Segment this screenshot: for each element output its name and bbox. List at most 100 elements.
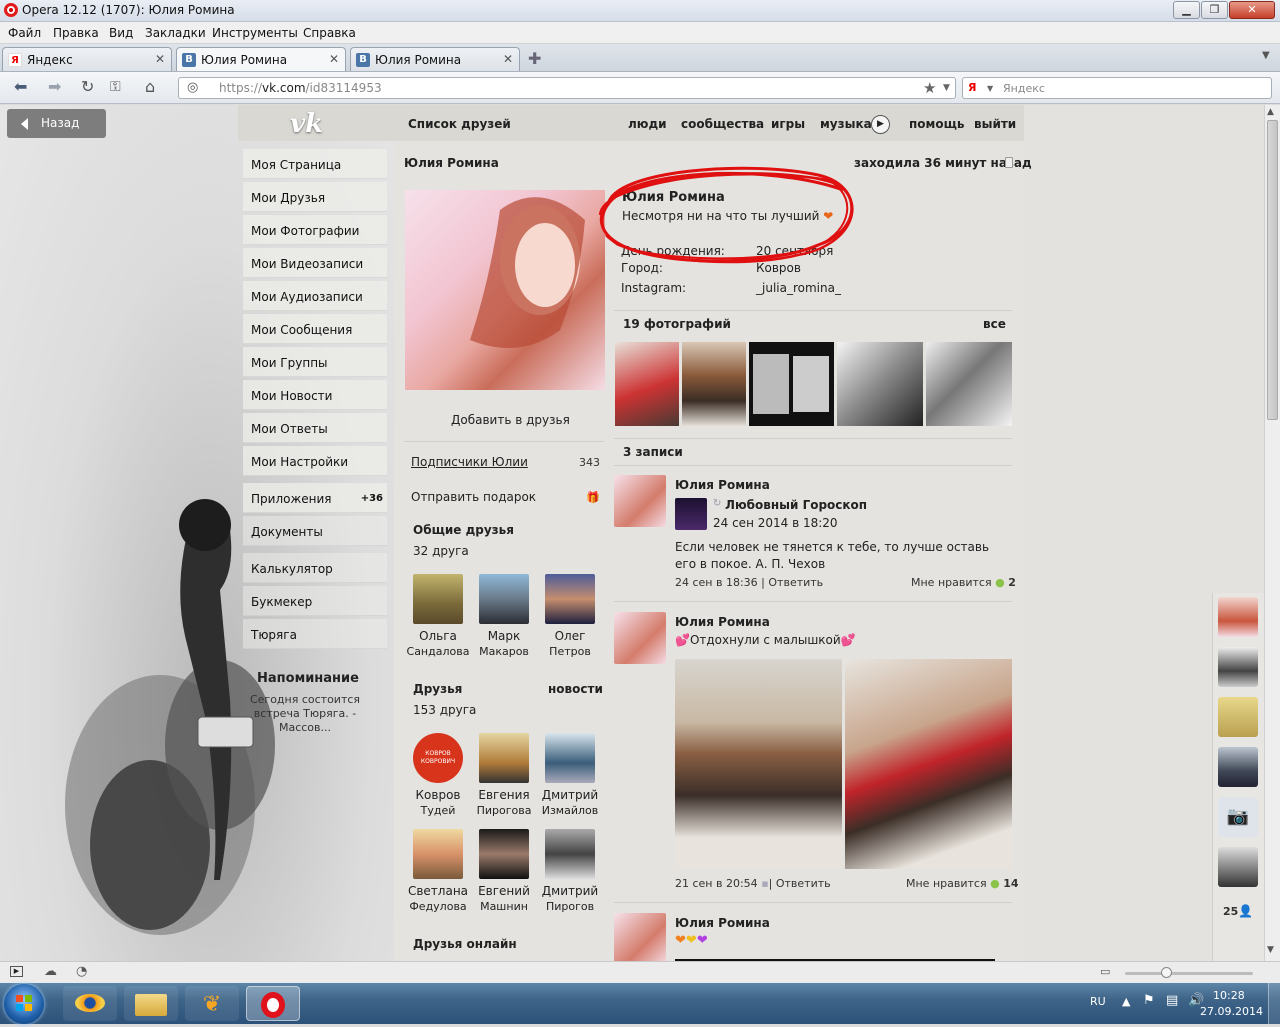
tab-close-icon[interactable]: ✕: [155, 52, 165, 66]
nav-help[interactable]: помощь: [909, 117, 964, 131]
search-input[interactable]: Я ▼ Яндекс: [962, 77, 1272, 99]
back-arrow-icon[interactable]: ⬅: [14, 79, 27, 95]
menu-my-news[interactable]: Мои Новости: [243, 380, 387, 410]
nav-logout[interactable]: выйти: [974, 117, 1016, 131]
music-play-icon[interactable]: ▶: [871, 115, 890, 134]
profile-photo[interactable]: [405, 190, 605, 390]
nav-communities[interactable]: сообщества: [681, 117, 764, 131]
friend-name[interactable]: Евгений Машнин: [471, 884, 537, 914]
menu-apps[interactable]: Приложения +36: [243, 483, 387, 513]
repost-date[interactable]: 24 сен 2014 в 18:20: [713, 516, 838, 530]
search-engine-chevron-down-icon[interactable]: ▼: [987, 84, 993, 93]
photo-thumb[interactable]: [682, 342, 746, 426]
close-window-button[interactable]: ✕: [1229, 1, 1275, 19]
menu-edit[interactable]: Правка: [53, 26, 99, 40]
friend-name[interactable]: Марк Макаров: [471, 629, 537, 659]
clock-time[interactable]: 10:28: [1213, 989, 1245, 1002]
friend-name[interactable]: Дмитрий Пирогов: [537, 884, 603, 914]
chat-avatar[interactable]: [1218, 697, 1258, 737]
tab-profile[interactable]: В Юлия Ромина ✕: [350, 47, 520, 71]
friend-avatar[interactable]: [545, 574, 595, 624]
app-calculator[interactable]: Калькулятор: [243, 553, 387, 583]
tab-close-icon[interactable]: ✕: [503, 52, 513, 66]
taskbar-app-eye-icon[interactable]: [63, 986, 117, 1021]
tab-profile-active[interactable]: В Юлия Ромина ✕: [176, 47, 346, 71]
post-author-avatar[interactable]: [614, 612, 666, 664]
app-tyuryaga[interactable]: Тюряга: [243, 619, 387, 649]
tab-yandex[interactable]: Я Яндекс ✕: [2, 47, 172, 71]
friend-avatar[interactable]: [479, 829, 529, 879]
photo-thumb[interactable]: [926, 342, 1012, 426]
repost-group-avatar[interactable]: [675, 498, 707, 530]
friend-name[interactable]: Ковров Тудей: [405, 788, 471, 818]
friend-name[interactable]: Дмитрий Измайлов: [537, 788, 603, 818]
friend-avatar[interactable]: [413, 829, 463, 879]
online-count[interactable]: 25: [1223, 905, 1238, 918]
post-photo[interactable]: [845, 659, 1012, 869]
post-author[interactable]: Юлия Ромина: [675, 615, 770, 629]
camera-placeholder-icon[interactable]: 📷: [1218, 797, 1258, 837]
like-button[interactable]: Мне нравится ● 14: [906, 877, 1019, 890]
reminder-text[interactable]: Сегодня состоится встреча Тюряга. - Масс…: [246, 693, 364, 735]
scroll-up-icon[interactable]: ▲: [1267, 107, 1274, 117]
new-tab-icon[interactable]: ✚: [528, 49, 541, 68]
friend-avatar[interactable]: [545, 733, 595, 783]
photo-thumb[interactable]: [615, 342, 679, 426]
reply-link[interactable]: Ответить: [776, 877, 831, 890]
friends-online-title[interactable]: Друзья онлайн: [413, 937, 517, 951]
menu-my-photos[interactable]: Мои Фотографии: [243, 215, 387, 245]
friend-name[interactable]: Ольга Сандалова: [405, 629, 471, 659]
menu-my-messages[interactable]: Мои Сообщения: [243, 314, 387, 344]
wall-title[interactable]: 3 записи: [623, 445, 683, 459]
menu-my-audio[interactable]: Мои Аудиозаписи: [243, 281, 387, 311]
nav-music[interactable]: музыка: [820, 117, 872, 131]
start-button[interactable]: [4, 984, 44, 1024]
friends-list-link[interactable]: Список друзей: [408, 117, 511, 131]
show-desktop-button[interactable]: [1268, 983, 1280, 1024]
friend-name[interactable]: Светлана Федулова: [405, 884, 471, 914]
friends-news-link[interactable]: новости: [548, 682, 603, 696]
scroll-down-icon[interactable]: ▼: [1267, 945, 1274, 955]
photo-thumb[interactable]: [749, 342, 834, 426]
followers-link[interactable]: Подписчики Юлии: [411, 455, 528, 469]
tray-chevron-up-icon[interactable]: ▲: [1122, 995, 1130, 1008]
menu-my-page[interactable]: Моя Страница: [243, 149, 387, 179]
reply-link[interactable]: Ответить: [768, 576, 823, 589]
mutual-friends-title[interactable]: Общие друзья: [413, 523, 514, 537]
menu-file[interactable]: Файл: [8, 26, 41, 40]
taskbar-butterfly-icon[interactable]: ❦: [185, 986, 239, 1021]
send-gift-link[interactable]: Отправить подарок: [411, 490, 536, 504]
repost-source[interactable]: Любовный Гороскоп: [725, 498, 867, 512]
menu-my-friends[interactable]: Мои Друзья: [243, 182, 387, 212]
minimize-button[interactable]: ▁: [1173, 1, 1200, 19]
tab-menu-chevron-down-icon[interactable]: ▼: [1262, 50, 1270, 61]
photo-thumb[interactable]: [837, 342, 923, 426]
vk-logo[interactable]: vk: [290, 109, 323, 139]
menu-my-groups[interactable]: Мои Группы: [243, 347, 387, 377]
friend-avatar[interactable]: [413, 574, 463, 624]
network-icon[interactable]: ▤: [1166, 993, 1178, 1008]
turbo-icon[interactable]: ◔: [76, 964, 87, 979]
app-documents[interactable]: Документы: [243, 516, 387, 546]
chat-avatar[interactable]: [1218, 597, 1258, 637]
scrollbar-thumb[interactable]: [1267, 120, 1278, 420]
like-button[interactable]: Мне нравится ● 2: [911, 576, 1016, 589]
menu-my-videos[interactable]: Мои Видеозаписи: [243, 248, 387, 278]
bookmark-star-icon[interactable]: ★: [923, 79, 936, 97]
menu-my-settings[interactable]: Мои Настройки: [243, 446, 387, 476]
taskbar-opera-icon[interactable]: [246, 986, 300, 1021]
nav-games[interactable]: игры: [771, 117, 805, 131]
taskbar-explorer-folder-icon[interactable]: [124, 986, 178, 1021]
chat-avatar[interactable]: [1218, 847, 1258, 887]
menu-view[interactable]: Вид: [109, 26, 133, 40]
panel-toggle-icon[interactable]: ▶: [10, 966, 23, 977]
action-center-flag-icon[interactable]: ⚑: [1143, 993, 1155, 1008]
home-icon[interactable]: ⌂: [145, 79, 155, 95]
cloud-icon[interactable]: ☁: [44, 964, 57, 979]
language-indicator[interactable]: RU: [1090, 995, 1106, 1008]
post-date-text[interactable]: 21 сен в 20:54: [675, 877, 758, 890]
post-author[interactable]: Юлия Ромина: [675, 916, 770, 930]
field-value-instagram[interactable]: _julia_romina_: [756, 281, 841, 295]
post-author[interactable]: Юлия Ромина: [675, 478, 770, 492]
friend-avatar[interactable]: КОВРОВ КОВРОВИЧ: [413, 733, 463, 783]
